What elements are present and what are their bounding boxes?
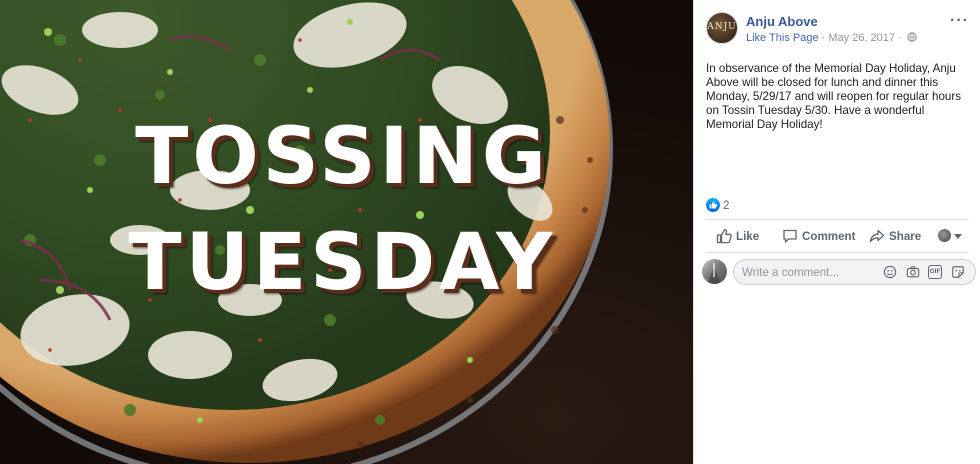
- overlay-title-line-2: TUESDAY: [128, 218, 557, 308]
- identity-avatar: [938, 229, 951, 242]
- sticker-icon[interactable]: [951, 265, 965, 279]
- post-text: In observance of the Memorial Day Holida…: [706, 62, 961, 131]
- comment-button[interactable]: Comment: [782, 228, 855, 246]
- camera-icon[interactable]: [906, 265, 920, 279]
- share-arrow-icon: [869, 229, 885, 243]
- page-avatar[interactable]: ANJU: [706, 12, 738, 44]
- reaction-count: 2: [723, 199, 730, 212]
- post-header: ANJU Anju Above Like This Page · May 26,…: [706, 12, 971, 52]
- share-button-label: Share: [889, 230, 922, 243]
- like-button[interactable]: Like: [716, 228, 759, 246]
- comment-button-label: Comment: [802, 230, 856, 243]
- share-button[interactable]: Share: [869, 228, 921, 246]
- reactions-summary[interactable]: 2: [706, 196, 729, 212]
- overlay-title-line-1: TOSSING: [135, 112, 550, 202]
- post-panel: ANJU Anju Above Like This Page · May 26,…: [693, 0, 980, 464]
- more-options-icon[interactable]: ···: [950, 12, 969, 30]
- post-date[interactable]: May 26, 2017: [828, 32, 895, 44]
- avatar-monogram: ANJU: [707, 22, 737, 32]
- action-bar: Like Comment Share: [706, 219, 969, 253]
- chevron-down-icon: [954, 234, 962, 239]
- gif-icon[interactable]: GIF: [928, 265, 942, 279]
- comment-composer: GIF: [702, 259, 976, 285]
- comment-bubble-icon: [783, 229, 797, 243]
- emoji-icon[interactable]: [883, 265, 897, 279]
- page-name-link[interactable]: Anju Above: [746, 14, 818, 29]
- comment-input[interactable]: [742, 260, 882, 284]
- meta-separator: ·: [818, 32, 829, 44]
- reaction-identity-selector[interactable]: [938, 229, 962, 247]
- like-reaction-icon: [706, 198, 720, 212]
- meta-separator-2: ·: [895, 32, 905, 44]
- post-photo[interactable]: TOSSING TUESDAY: [0, 0, 693, 464]
- like-button-label: Like: [736, 230, 760, 243]
- comment-box: GIF: [733, 259, 976, 285]
- post-meta: Like This Page · May 26, 2017 ·: [746, 32, 917, 44]
- user-avatar[interactable]: [702, 259, 727, 284]
- like-page-link[interactable]: Like This Page: [746, 32, 819, 44]
- globe-icon[interactable]: [907, 32, 917, 42]
- thumbs-up-icon: [716, 229, 732, 244]
